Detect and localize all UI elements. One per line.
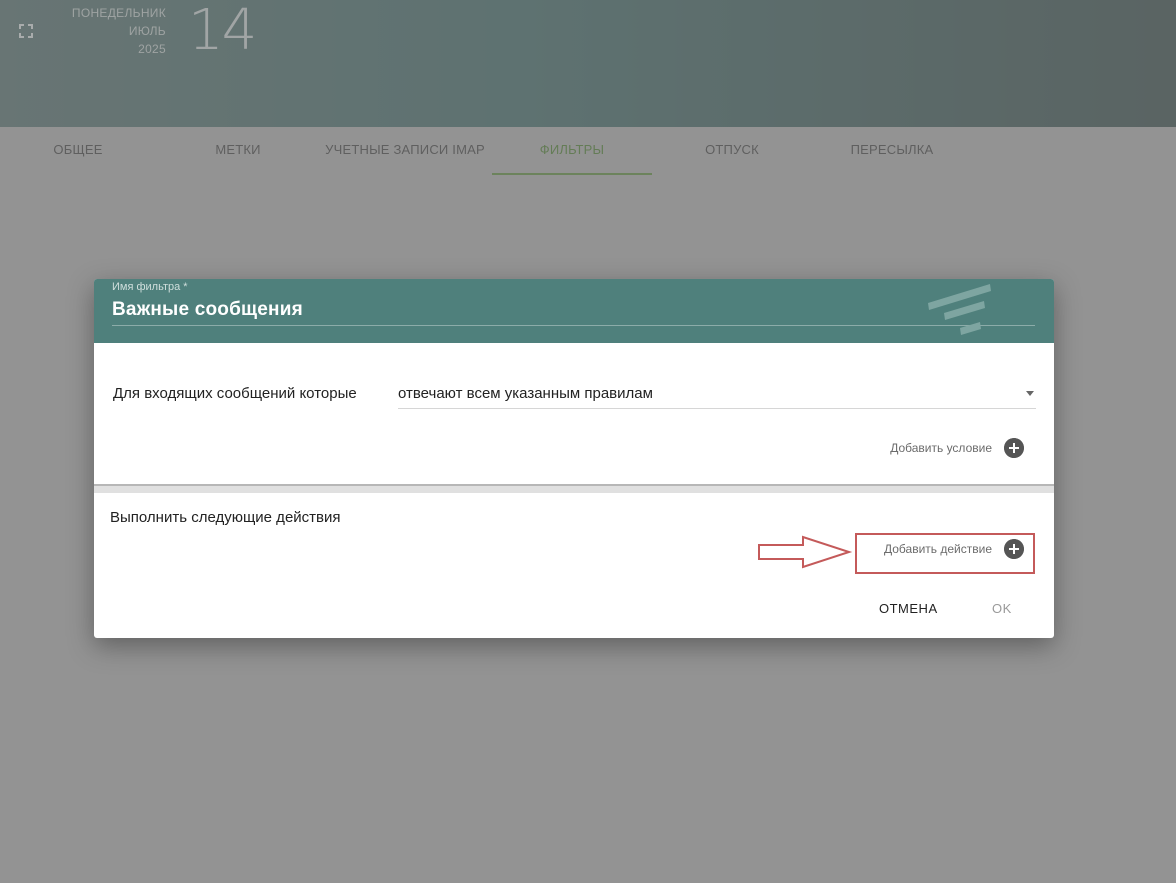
filter-name-label: Имя фильтра * — [112, 281, 188, 293]
condition-match-select[interactable]: отвечают всем указанным правилам — [398, 377, 1036, 409]
actions-label: Выполнить следующие действия — [110, 509, 341, 526]
cancel-button[interactable]: ОТМЕНА — [879, 601, 938, 616]
plus-circle-icon — [1004, 438, 1024, 458]
add-condition-label: Добавить условие — [890, 441, 992, 455]
condition-label: Для входящих сообщений которые — [113, 385, 357, 402]
section-divider — [94, 484, 1054, 493]
annotation-arrow-icon — [758, 535, 853, 569]
filter-icon — [928, 284, 991, 335]
plus-circle-icon — [1004, 539, 1024, 559]
add-action-button[interactable]: Добавить действие — [854, 538, 1024, 562]
add-condition-button[interactable]: Добавить условие — [864, 437, 1024, 461]
filter-dialog: Имя фильтра * Важные сообщения Для входя… — [94, 279, 1054, 638]
dialog-header: Имя фильтра * Важные сообщения — [94, 279, 1054, 343]
filter-name-underline — [112, 325, 1035, 326]
filter-name-input[interactable]: Важные сообщения — [112, 299, 303, 321]
dropdown-arrow-icon — [1026, 391, 1034, 396]
ok-button[interactable]: OK — [992, 601, 1012, 616]
condition-match-value: отвечают всем указанным правилам — [398, 385, 653, 402]
add-action-label: Добавить действие — [884, 542, 992, 556]
